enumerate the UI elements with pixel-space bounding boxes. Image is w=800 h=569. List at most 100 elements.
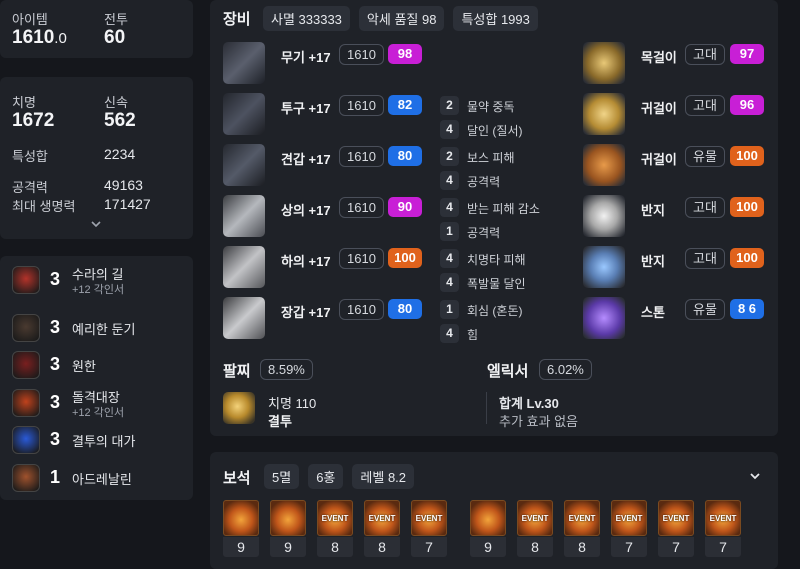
- accessory-tier: 고대: [685, 95, 725, 116]
- engraving-row[interactable]: 3 돌격대장 +12 각인서: [0, 383, 200, 423]
- set-effect-count: 4: [440, 324, 459, 343]
- set-effect-text: 힘: [467, 328, 479, 342]
- accessory-tier: 유물: [685, 299, 725, 320]
- engraving-level: 3: [50, 429, 61, 449]
- engraving-row[interactable]: 3 결투의 대가: [0, 420, 200, 460]
- gear-item-level: 1610: [339, 248, 384, 269]
- max-hp-value: 171427: [104, 196, 151, 212]
- equipment-tag: 특성합 1993: [453, 6, 538, 31]
- accessory-tier: 고대: [685, 44, 725, 65]
- bracelet-sub: 결투: [268, 414, 292, 429]
- gem-icon: [223, 500, 259, 536]
- accessory-row[interactable]: 귀걸이 유물 100: [583, 144, 768, 188]
- swift-value: 562: [104, 110, 136, 131]
- max-hp-label: 최대 생명력: [12, 199, 76, 214]
- gear-icon: [223, 144, 265, 186]
- gem-slot[interactable]: EVENT 7: [611, 500, 647, 557]
- gear-row[interactable]: 투구 +17 1610 82: [223, 93, 438, 137]
- accessory-quality-badge: 8 6: [730, 299, 764, 319]
- set-effect: 4힘: [440, 324, 580, 344]
- engraving-level: 3: [50, 317, 61, 337]
- gem-icon: EVENT: [705, 500, 741, 536]
- gear-row[interactable]: 장갑 +17 1610 80: [223, 297, 438, 341]
- battle-level-label: 전투: [104, 12, 128, 27]
- gear-icon: [223, 42, 265, 84]
- elixir-label: 엘릭서: [487, 363, 529, 380]
- gem-level: 8: [517, 537, 553, 557]
- gem-slot[interactable]: 9: [223, 500, 259, 557]
- gem-icon: EVENT: [658, 500, 694, 536]
- engraving-name: 아드레날린: [72, 472, 132, 487]
- bracelet-stat: 치명 110: [268, 396, 317, 411]
- gear-row[interactable]: 하의 +17 1610 100: [223, 246, 438, 290]
- accessory-row[interactable]: 귀걸이 고대 96: [583, 93, 768, 137]
- gem-slot[interactable]: EVENT 7: [658, 500, 694, 557]
- set-effect: 4 치명타 피해: [440, 249, 580, 269]
- accessory-row[interactable]: 목걸이 고대 97: [583, 42, 768, 86]
- gem-slot[interactable]: EVENT 8: [517, 500, 553, 557]
- engraving-row[interactable]: 1 아드레날린: [0, 458, 200, 498]
- accessory-name: 반지: [641, 254, 665, 269]
- gear-name: 장갑 +17: [281, 305, 331, 320]
- accessory-name: 귀걸이: [641, 101, 677, 116]
- engraving-sub: +12 각인서: [72, 407, 125, 419]
- accessory-icon: [583, 246, 625, 288]
- gear-item-level: 1610: [339, 95, 384, 116]
- gear-icon: [223, 195, 265, 237]
- gear-item-level: 1610: [339, 299, 384, 320]
- gem-level: 7: [411, 537, 447, 557]
- gear-item-level: 1610: [339, 146, 384, 167]
- accessory-row[interactable]: 스톤 유물 8 6: [583, 297, 768, 341]
- gear-row[interactable]: 무기 +17 1610 98: [223, 42, 438, 86]
- gem-slot[interactable]: EVENT 8: [564, 500, 600, 557]
- set-effect: 4 폭발물 달인: [440, 273, 580, 293]
- engravings-card: 3 수라의 길 +12 각인서 3 예리한 둔기 3 원한 3 돌격대장 +12 각인서 3 결투의 …: [0, 256, 193, 500]
- engraving-row[interactable]: 3 예리한 둔기: [0, 308, 200, 348]
- gem-level: 9: [223, 537, 259, 557]
- gem-slot[interactable]: EVENT 8: [317, 500, 353, 557]
- gem-slot[interactable]: EVENT 7: [411, 500, 447, 557]
- engraving-row[interactable]: 3 수라의 길 +12 각인서: [0, 260, 200, 300]
- engraving-name: 원한: [72, 359, 96, 374]
- gem-icon: EVENT: [564, 500, 600, 536]
- gear-row[interactable]: 상의 +17 1610 90: [223, 195, 438, 239]
- gem-icon: EVENT: [317, 500, 353, 536]
- gear-row[interactable]: 견갑 +17 1610 80: [223, 144, 438, 188]
- gear-quality-badge: 100: [388, 248, 422, 268]
- accessory-row[interactable]: 반지 고대 100: [583, 195, 768, 239]
- combat-stats-card: 치명 1672 신속 562 특성합 2234 공격력 49163 최대 생명력…: [0, 77, 193, 239]
- elixir-percent: 6.02%: [539, 359, 592, 380]
- accessory-row[interactable]: 반지 고대 100: [583, 246, 768, 290]
- engraving-icon: [12, 389, 40, 417]
- gem-level: 7: [658, 537, 694, 557]
- set-effect: 4 공격력: [440, 171, 580, 191]
- gem-event-label: EVENT: [709, 514, 737, 523]
- item-level-card: 아이템 1610.0 전투 60: [0, 0, 193, 58]
- gear-item-level: 1610: [339, 197, 384, 218]
- gem-event-label: EVENT: [662, 514, 690, 523]
- gem-level: 8: [564, 537, 600, 557]
- gem-slot[interactable]: EVENT 7: [705, 500, 741, 557]
- accessory-icon: [583, 144, 625, 186]
- set-effect-count: 4: [440, 120, 459, 139]
- engraving-level: 3: [50, 269, 61, 289]
- engraving-row[interactable]: 3 원한: [0, 345, 200, 385]
- engraving-level: 1: [50, 467, 61, 487]
- gem-icon: EVENT: [411, 500, 447, 536]
- gem-slot[interactable]: 9: [470, 500, 506, 557]
- bracelet-icon[interactable]: [223, 392, 255, 424]
- set-effect-text: 공격력: [467, 175, 501, 189]
- chevron-down-icon[interactable]: [90, 217, 102, 229]
- set-effect: 4 받는 피해 감소: [440, 198, 580, 218]
- accessory-icon: [583, 42, 625, 84]
- accessory-quality-badge: 100: [730, 248, 764, 268]
- equipment-card: 장비 사멸 333333 악세 품질 98 특성합 1993 팔찌 8.59% 치명…: [210, 0, 778, 436]
- gem-level: 8: [317, 537, 353, 557]
- gems-toggle-chevron-down-icon[interactable]: [748, 469, 762, 483]
- bracelet-percent: 8.59%: [260, 359, 313, 380]
- engraving-icon: [12, 314, 40, 342]
- elixir-divider: [486, 392, 487, 424]
- gem-slot[interactable]: 9: [270, 500, 306, 557]
- set-effect-count: 1: [440, 300, 459, 319]
- gem-slot[interactable]: EVENT 8: [364, 500, 400, 557]
